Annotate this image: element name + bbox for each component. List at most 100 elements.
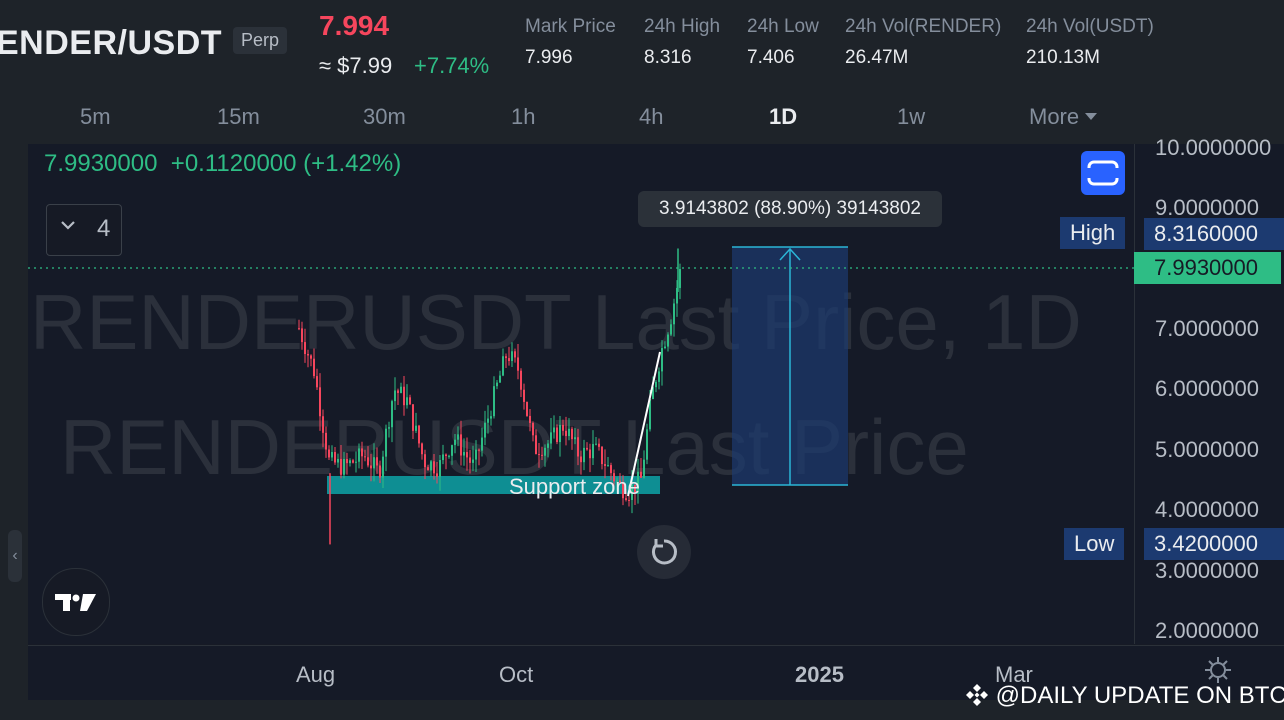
channel-watermark: @DAILY UPDATE ON BTC (965, 682, 1284, 710)
stat-value: 7.406 (747, 47, 795, 68)
candle-body (322, 416, 324, 433)
tradingview-logo[interactable] (42, 568, 110, 636)
candle-body (565, 430, 567, 437)
candle-body (307, 354, 309, 356)
candle-body (475, 449, 477, 460)
candle-body (538, 454, 540, 456)
candle-body (349, 460, 351, 464)
stat-24h-high: 24h High 8.316 (644, 16, 720, 69)
candle-body (403, 386, 405, 406)
ohlc-readout: 7.9930000 +0.1120000 (+1.42%) (44, 150, 401, 178)
candle-body (358, 448, 360, 462)
time-axis-label: 2025 (795, 662, 844, 687)
caret-down-icon (1085, 112, 1098, 120)
candle-body (646, 429, 648, 460)
stat-label: 24h Vol(USDT) (1026, 16, 1154, 37)
price-axis-label: 3.0000000 (1155, 558, 1259, 583)
stat-value: 210.13M (1026, 47, 1100, 68)
candle-body (382, 456, 384, 478)
candle-body (355, 461, 357, 463)
candle-body (592, 444, 594, 459)
candle-body (388, 427, 390, 429)
candle-body (460, 434, 462, 456)
candle-body (439, 460, 441, 477)
ohlc-close: 7.9930000 (44, 150, 158, 177)
price-axis-label: 2.0000000 (1155, 618, 1259, 643)
candle-body (601, 446, 603, 465)
measure-tooltip: 3.9143802 (88.90%) 39143802 (638, 191, 942, 227)
candle-body (544, 447, 546, 456)
collapse-handle-icon[interactable]: ‹ (8, 530, 22, 582)
candle-body (430, 461, 432, 471)
timeframe-15m[interactable]: 15m (217, 104, 260, 130)
timeframe-1w[interactable]: 1w (897, 104, 925, 130)
candle-body (532, 422, 534, 436)
pair-name[interactable]: ENDER/USDT (0, 24, 222, 63)
price-axis-label: 6.0000000 (1155, 376, 1259, 401)
candle-body (463, 452, 465, 456)
candle-body (499, 375, 501, 383)
stat-label: 24h Vol(RENDER) (845, 16, 1002, 37)
more-label: More (1029, 104, 1080, 129)
candle-body (334, 452, 336, 463)
candle-body (514, 351, 516, 358)
timeframe-5m[interactable]: 5m (80, 104, 111, 130)
candle-body (409, 397, 411, 405)
price-axis-label: 4.0000000 (1155, 497, 1259, 522)
stat-24h-vol-render: 24h Vol(RENDER) 26.47M (845, 16, 1001, 69)
time-axis-label: Aug (296, 662, 336, 687)
change-percent: +7.74% (414, 53, 490, 78)
candle-body (418, 425, 420, 444)
candle-body (310, 355, 312, 359)
candle-body (481, 437, 483, 451)
timeframe-1d[interactable]: 1D (769, 104, 797, 130)
timeframe-4h[interactable]: 4h (639, 104, 663, 130)
candle-body (517, 357, 519, 371)
candle-body (529, 415, 531, 423)
candle-body (361, 448, 363, 457)
timeframe-bar: 5m 15m 30m 1h 4h 1D 1w More (0, 90, 1284, 144)
timeframe-30m[interactable]: 30m (363, 104, 406, 130)
candle-body (655, 381, 657, 388)
chart-area[interactable]: RENDERUSDT Last Price, 1D RENDERUSDT Las… (28, 144, 1134, 644)
candle-body (571, 428, 573, 440)
candle-body (553, 427, 555, 433)
fullscreen-button[interactable] (1081, 151, 1125, 195)
candle-body (643, 459, 645, 478)
price-axis-label: 10.0000000 (1155, 135, 1272, 160)
stat-label: Mark Price (525, 16, 616, 37)
stat-mark-price: Mark Price 7.996 (525, 16, 616, 69)
timeframe-1h[interactable]: 1h (511, 104, 535, 130)
candle-body (424, 454, 426, 468)
candle-body (436, 473, 438, 477)
candle-body (469, 457, 471, 463)
candle-body (451, 445, 453, 456)
candle-body (511, 351, 513, 362)
candle-body (664, 346, 666, 349)
candle-body (328, 449, 330, 458)
candle-body (466, 452, 468, 458)
candle-body (502, 356, 504, 376)
candle-body (370, 465, 372, 469)
candle-body (559, 424, 561, 443)
candle-body (373, 457, 375, 469)
stat-label: 24h High (644, 16, 721, 37)
candle-body (298, 328, 300, 330)
stat-value: 8.316 (644, 47, 692, 68)
candle-body (673, 303, 675, 325)
stat-value: 26.47M (845, 47, 909, 68)
timeframe-more[interactable]: More (1029, 104, 1098, 130)
candle-body (304, 342, 306, 355)
candle-body (604, 464, 606, 466)
price-axis-label: 5.0000000 (1155, 437, 1259, 462)
perp-badge: Perp (233, 27, 288, 54)
candle-body (667, 334, 669, 347)
reset-chart-button[interactable] (637, 525, 691, 579)
candle-body (640, 471, 642, 478)
indicator-toggle-button[interactable]: 4 (46, 204, 122, 256)
candle-body (583, 447, 585, 463)
candle-body (394, 390, 396, 402)
candle-body (400, 386, 402, 393)
candle-body (433, 461, 435, 474)
settings-gear-icon[interactable] (1204, 656, 1232, 684)
